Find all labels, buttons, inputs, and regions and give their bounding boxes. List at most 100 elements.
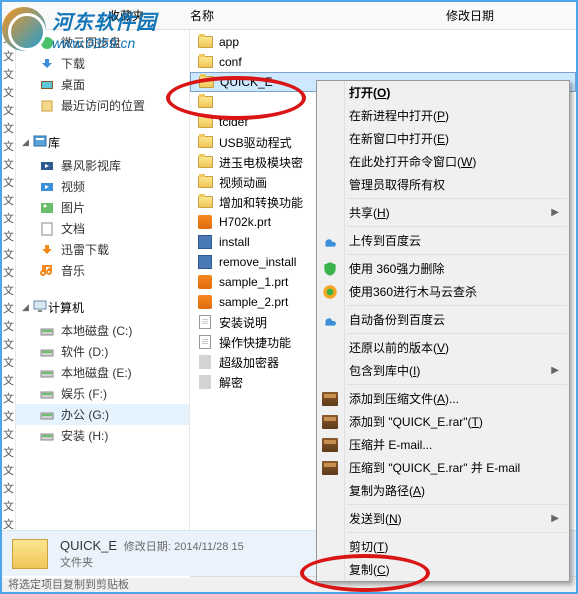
watermark-name: 河东软件园 bbox=[52, 6, 157, 35]
file-name: 解密 bbox=[219, 374, 243, 391]
menu-baidu-upload[interactable]: 上传到百度云 bbox=[317, 229, 569, 252]
letter-item: 文 bbox=[2, 444, 15, 462]
folder-icon bbox=[196, 154, 214, 170]
menu-360-delete[interactable]: 使用 360强力删除 bbox=[317, 257, 569, 280]
winrar-icon bbox=[321, 436, 339, 454]
nav-lib-item[interactable]: 迅雷下载 bbox=[16, 239, 189, 260]
nav-icon bbox=[38, 77, 56, 93]
cloud-sync-icon bbox=[321, 311, 339, 329]
library-label: 库 bbox=[48, 134, 60, 151]
file-row[interactable]: conf bbox=[190, 52, 576, 72]
nav-drive-item[interactable]: 本地磁盘 (E:) bbox=[16, 362, 189, 383]
menu-send-to[interactable]: 发送到(N)▶ bbox=[317, 507, 569, 530]
letter-item: 文 bbox=[2, 174, 15, 192]
menu-open-process[interactable]: 在新进程中打开(P) bbox=[317, 104, 569, 127]
menu-360-scan[interactable]: 使用360进行木马云查杀 bbox=[317, 280, 569, 303]
file-name: install bbox=[219, 235, 250, 249]
nav-fav-item[interactable]: 桌面 bbox=[16, 74, 189, 95]
menu-open-window[interactable]: 在新窗口中打开(E) bbox=[317, 127, 569, 150]
nav-icon bbox=[38, 221, 56, 237]
menu-restore[interactable]: 还原以前的版本(V) bbox=[317, 336, 569, 359]
letter-item: 文 bbox=[2, 354, 15, 372]
letter-item: 文 bbox=[2, 84, 15, 102]
menu-rar-email[interactable]: 压缩并 E-mail... bbox=[317, 433, 569, 456]
letter-item: 文 bbox=[2, 192, 15, 210]
file-name: sample_1.prt bbox=[219, 275, 288, 289]
menu-share[interactable]: 共享(H)▶ bbox=[317, 201, 569, 224]
watermark-url: www.0359.cn bbox=[52, 35, 157, 51]
file-name: 安装说明 bbox=[219, 314, 267, 331]
nav-lib-item[interactable]: 暴风影视库 bbox=[16, 155, 189, 176]
menu-copy[interactable]: 复制(C) bbox=[317, 558, 569, 581]
computer-heading[interactable]: ◢ 计算机 bbox=[16, 295, 189, 320]
date-header[interactable]: 修改日期 bbox=[438, 7, 576, 24]
nav-drive-item[interactable]: 软件 (D:) bbox=[16, 341, 189, 362]
letter-item: 文 bbox=[2, 138, 15, 156]
nav-lib-item[interactable]: 音乐 bbox=[16, 260, 189, 281]
letter-item: 文 bbox=[2, 210, 15, 228]
folder-icon bbox=[196, 134, 214, 150]
letter-item: 文 bbox=[2, 228, 15, 246]
menu-open-cmd[interactable]: 在此处打开命令窗口(W) bbox=[317, 150, 569, 173]
exe-icon bbox=[196, 254, 214, 270]
nav-icon bbox=[38, 263, 56, 279]
drive-icon bbox=[38, 323, 56, 339]
watermark-logo bbox=[2, 7, 46, 51]
nav-drive-item[interactable]: 办公 (G:) bbox=[16, 404, 189, 425]
file-name: 操作快捷功能 bbox=[219, 334, 291, 351]
file-name: tcldef bbox=[219, 115, 248, 129]
nav-lib-item[interactable]: 图片 bbox=[16, 197, 189, 218]
letter-sidebar: 文文文文文文文文文文文文文文文文文文文文文文文文文文文文 bbox=[2, 30, 16, 534]
menu-cut[interactable]: 剪切(T) bbox=[317, 535, 569, 558]
menu-open[interactable]: 打开(O) bbox=[317, 81, 569, 104]
menu-copy-path[interactable]: 复制为路径(A) bbox=[317, 479, 569, 502]
library-heading[interactable]: ◢ 库 bbox=[16, 130, 189, 155]
nav-lib-item[interactable]: 文档 bbox=[16, 218, 189, 239]
drive-icon bbox=[38, 365, 56, 381]
status-folder-icon bbox=[12, 539, 48, 569]
cloud-icon bbox=[321, 232, 339, 250]
letter-item: 文 bbox=[2, 408, 15, 426]
context-menu: 打开(O) 在新进程中打开(P) 在新窗口中打开(E) 在此处打开命令窗口(W)… bbox=[316, 80, 570, 582]
file-name: sample_2.prt bbox=[219, 295, 288, 309]
nav-icon bbox=[38, 200, 56, 216]
menu-rar-quick[interactable]: 添加到 "QUICK_E.rar"(T) bbox=[317, 410, 569, 433]
letter-item: 文 bbox=[2, 462, 15, 480]
file-name: 视频动画 bbox=[219, 174, 267, 191]
status-date: 2014/11/28 15 bbox=[174, 541, 244, 553]
file-name: app bbox=[219, 35, 239, 49]
drive-icon bbox=[38, 344, 56, 360]
letter-item: 文 bbox=[2, 390, 15, 408]
winrar-icon bbox=[321, 459, 339, 477]
status-type: 文件夹 bbox=[60, 554, 244, 570]
exe-icon bbox=[196, 234, 214, 250]
letter-item: 文 bbox=[2, 426, 15, 444]
letter-item: 文 bbox=[2, 372, 15, 390]
nav-drive-item[interactable]: 娱乐 (F:) bbox=[16, 383, 189, 404]
prt-icon bbox=[196, 294, 214, 310]
letter-item: 文 bbox=[2, 498, 15, 516]
menu-include-library[interactable]: 包含到库中(I)▶ bbox=[317, 359, 569, 382]
nav-drive-item[interactable]: 本地磁盘 (C:) bbox=[16, 320, 189, 341]
menu-rar-add[interactable]: 添加到压缩文件(A)... bbox=[317, 387, 569, 410]
file-name: 进玉电极模块密 bbox=[219, 154, 303, 171]
nav-lib-item[interactable]: 视频 bbox=[16, 176, 189, 197]
status-date-label: 修改日期: bbox=[124, 541, 171, 553]
letter-item: 文 bbox=[2, 282, 15, 300]
folder-icon bbox=[196, 194, 214, 210]
menu-auto-backup[interactable]: 自动备份到百度云 bbox=[317, 308, 569, 331]
file-icon bbox=[196, 314, 214, 330]
nav-fav-item[interactable]: 最近访问的位置 bbox=[16, 95, 189, 116]
menu-admin[interactable]: 管理员取得所有权 bbox=[317, 173, 569, 196]
letter-item: 文 bbox=[2, 336, 15, 354]
name-header[interactable]: 名称 bbox=[190, 7, 438, 24]
drive-icon bbox=[38, 386, 56, 402]
letter-item: 文 bbox=[2, 318, 15, 336]
nav-fav-item[interactable]: 下载 bbox=[16, 53, 189, 74]
nav-drive-item[interactable]: 安装 (H:) bbox=[16, 425, 189, 446]
file-row[interactable]: app bbox=[190, 32, 576, 52]
drive-icon bbox=[38, 428, 56, 444]
letter-item: 文 bbox=[2, 264, 15, 282]
lock-icon bbox=[196, 354, 214, 370]
menu-rar-quick-email[interactable]: 压缩到 "QUICK_E.rar" 并 E-mail bbox=[317, 456, 569, 479]
